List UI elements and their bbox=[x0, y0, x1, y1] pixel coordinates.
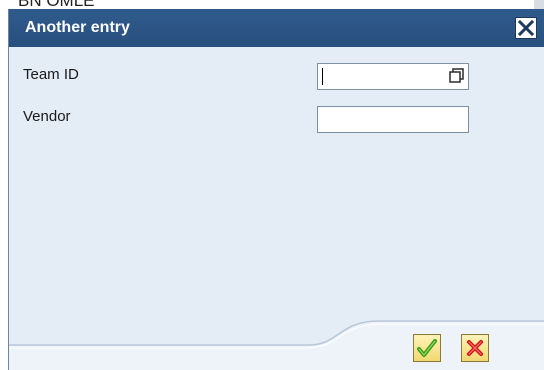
footer-curve-decoration bbox=[9, 320, 544, 370]
checkmark-icon bbox=[417, 339, 437, 357]
confirm-button[interactable] bbox=[413, 334, 441, 362]
cancel-x-icon bbox=[467, 340, 483, 356]
cancel-button[interactable] bbox=[461, 334, 489, 362]
another-entry-dialog: Another entry Team ID Vendor bbox=[8, 9, 544, 370]
